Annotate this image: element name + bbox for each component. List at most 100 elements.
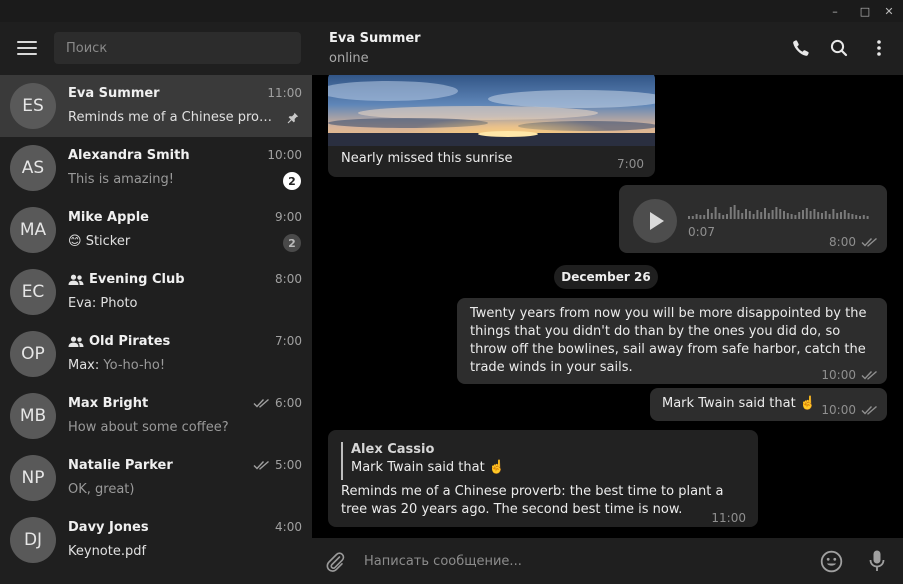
message-list: Nearly missed this sunrise 7:00 0:07 8:0… (312, 75, 903, 538)
more-options-icon[interactable] (869, 38, 889, 58)
unread-badge: 2 (283, 172, 301, 190)
chat-name: Mike Apple (68, 210, 149, 225)
chat-time: 8:00 (275, 272, 302, 286)
sticker-emoji: 😊 (68, 234, 82, 249)
avatar: NP (10, 455, 56, 501)
chat-time: 9:00 (275, 210, 302, 224)
chat-time: 10:00 (267, 148, 302, 162)
waveform-bar (855, 215, 858, 219)
voice-message[interactable]: 0:07 8:00 (619, 185, 887, 253)
phone-icon[interactable] (791, 38, 811, 58)
chat-preview: Eva: Photo (68, 296, 138, 311)
maximize-button[interactable]: □ (853, 0, 877, 22)
waveform-bar (836, 213, 839, 219)
chat-preview: How about some coffee? (68, 420, 229, 435)
search-input[interactable] (54, 32, 301, 64)
close-button[interactable]: ✕ (877, 0, 901, 22)
play-button[interactable] (633, 199, 677, 243)
unread-badge: 2 (283, 234, 301, 252)
message-time: 11:00 (711, 511, 746, 525)
message-text: Mark Twain said that ☝️ (662, 396, 817, 411)
waveform-bar (828, 214, 831, 219)
waveform-bar (847, 213, 850, 219)
chat-preview: This is amazing! (68, 172, 174, 187)
waveform-bar (771, 210, 774, 219)
waveform-bar (745, 209, 747, 219)
avatar: AS (10, 145, 56, 191)
waveform-bar (748, 211, 751, 219)
waveform-bar (760, 212, 763, 219)
waveform-bar (752, 214, 755, 219)
chat-name: Alexandra Smith (68, 148, 190, 163)
outgoing-message[interactable]: Mark Twain said that ☝️ 10:00 (650, 388, 887, 421)
double-check-icon (253, 460, 270, 470)
waveform-bar (722, 215, 725, 219)
message-time: 7:00 (617, 157, 644, 171)
chat-title[interactable]: Eva Summer (329, 31, 421, 46)
waveform-bar (695, 214, 698, 219)
reply-quote[interactable]: Mark Twain said that ☝️ (351, 459, 505, 477)
chat-time: 5:00 (253, 458, 302, 472)
chat-preview: OK, great) (68, 482, 135, 497)
chat-time: 6:00 (253, 396, 302, 410)
waveform-bar (843, 210, 846, 219)
message-time: 8:00 (829, 233, 878, 251)
waveform-bar (688, 216, 690, 219)
waveform-bar (783, 211, 785, 219)
chat-list-toolbar (0, 22, 312, 75)
chat-time: 4:00 (275, 520, 302, 534)
photo-message[interactable]: Nearly missed this sunrise 7:00 (328, 75, 655, 177)
reply-author[interactable]: Alex Cassio (351, 441, 434, 459)
message-time: 10:00 (821, 401, 878, 419)
chat-item-max-bright[interactable]: MB Max Bright 6:00 How about some coffee… (0, 385, 312, 447)
waveform-bar (794, 215, 797, 219)
waveform-bar (824, 211, 827, 219)
waveform-bar (790, 214, 793, 219)
message-input[interactable] (364, 549, 794, 573)
pin-icon (287, 112, 299, 124)
chat-time: 7:00 (275, 334, 302, 348)
chat-item-natalie-parker[interactable]: NP Natalie Parker 5:00 OK, great) (0, 447, 312, 509)
double-check-icon (861, 405, 877, 415)
chat-preview: Reminds me of a Chinese proverb: the bes… (68, 110, 278, 125)
chat-name: Evening Club (68, 272, 185, 287)
voice-duration: 0:07 (688, 225, 715, 239)
chat-time: 11:00 (267, 86, 302, 100)
emoji-icon[interactable] (820, 550, 843, 573)
outgoing-message[interactable]: Twenty years from now you will be more d… (457, 298, 887, 384)
waveform-bar (733, 205, 736, 219)
waveform-bar (809, 211, 812, 219)
waveform-bar (729, 207, 732, 219)
chat-item-eva-summer[interactable]: ES Eva Summer 11:00 Reminds me of a Chin… (0, 75, 312, 137)
maximize-icon: □ (859, 4, 871, 18)
waveform-bar (714, 207, 717, 219)
microphone-icon[interactable] (868, 549, 886, 573)
waveform-bar (859, 216, 861, 219)
chat-header: Eva Summer online (312, 22, 903, 75)
message-text: Twenty years from now you will be more d… (470, 306, 867, 375)
voice-waveform[interactable] (688, 199, 874, 221)
minimize-button[interactable]: – (823, 0, 847, 22)
avatar: OP (10, 331, 56, 377)
waveform-bar (805, 208, 808, 219)
chat-item-davy-jones[interactable]: DJ Davy Jones 4:00 Keynote.pdf (0, 509, 312, 571)
avatar: MB (10, 393, 56, 439)
message-text: Reminds me of a Chinese proverb: the bes… (341, 484, 724, 517)
chat-status: online (329, 51, 369, 66)
waveform-bar (851, 214, 854, 219)
waveform-bar (756, 210, 759, 219)
sunrise-photo[interactable] (328, 75, 655, 146)
hamburger-menu-icon[interactable] (17, 41, 37, 57)
waveform-bar (798, 212, 801, 219)
double-check-icon (253, 398, 270, 408)
chat-item-alexandra-smith[interactable]: AS Alexandra Smith 10:00 This is amazing… (0, 137, 312, 199)
chat-item-evening-club[interactable]: EC Evening Club 8:00 Eva: Photo (0, 261, 312, 323)
chat-item-old-pirates[interactable]: OP Old Pirates 7:00 Max: Yo-ho-ho! (0, 323, 312, 385)
group-icon (68, 336, 84, 347)
incoming-reply-message[interactable]: Alex Cassio Mark Twain said that ☝️ Remi… (328, 430, 758, 527)
search-icon[interactable] (829, 38, 849, 58)
waveform-bar (718, 213, 721, 219)
play-icon (650, 212, 664, 230)
chat-item-mike-apple[interactable]: MA Mike Apple 9:00 😊 Sticker 2 (0, 199, 312, 261)
attach-icon[interactable] (324, 550, 346, 572)
